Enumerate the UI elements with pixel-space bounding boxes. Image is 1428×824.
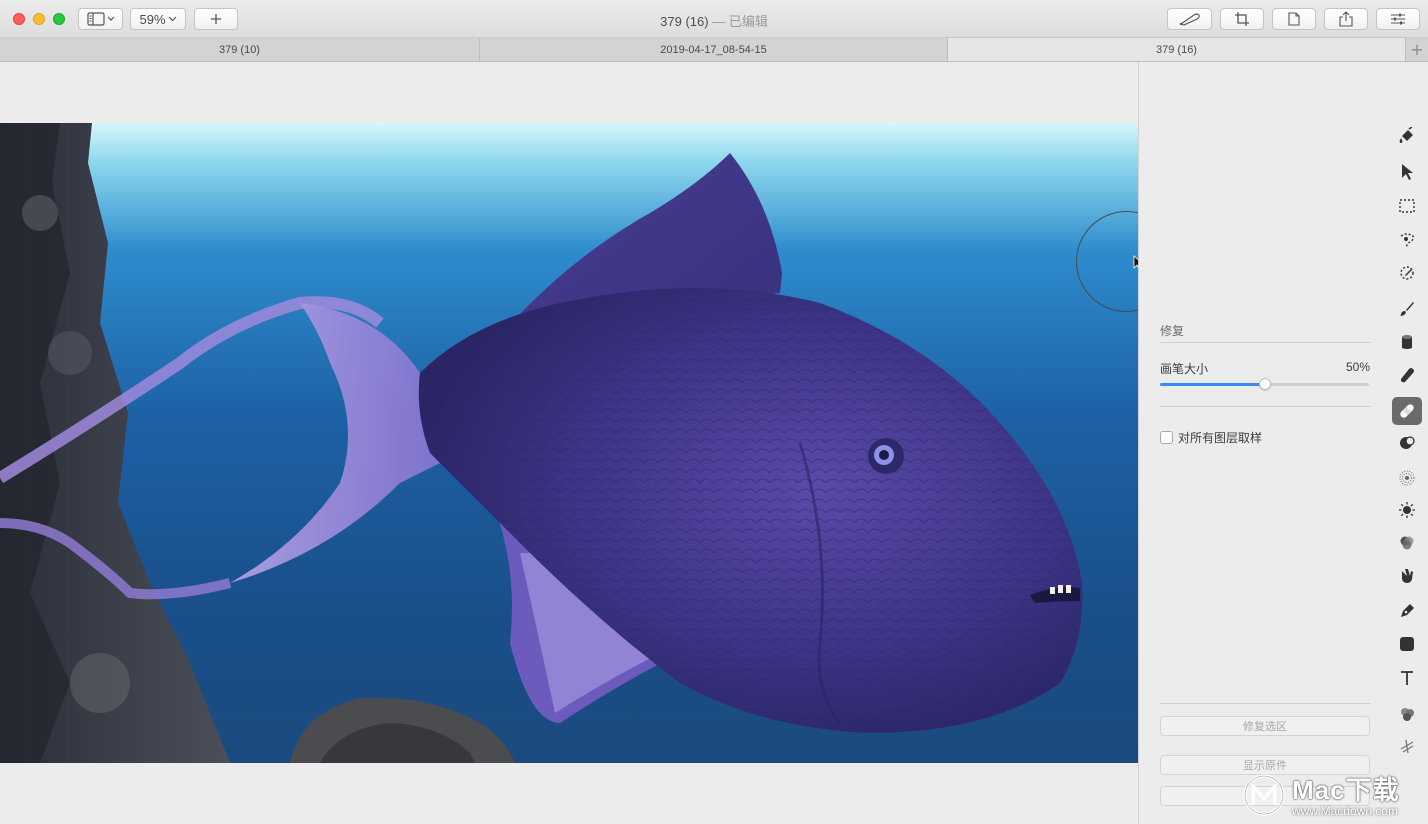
tool-paint-brush[interactable] (1392, 295, 1422, 323)
sidebar-toggle-button[interactable] (78, 8, 123, 30)
minimize-window-button[interactable] (33, 13, 45, 25)
plus-icon (210, 13, 222, 25)
crop-button[interactable] (1220, 8, 1264, 30)
text-icon (1399, 670, 1415, 686)
divider (1160, 406, 1371, 407)
plus-icon: + (1410, 40, 1424, 59)
chevron-down-icon (168, 16, 177, 22)
tool-text[interactable] (1392, 664, 1422, 692)
effects-icon (1398, 705, 1416, 723)
slider-knob[interactable] (1259, 378, 1271, 390)
blur-icon (1398, 469, 1416, 487)
tool-arrow-select[interactable] (1392, 158, 1422, 186)
brush-size-slider[interactable] (1160, 378, 1369, 390)
tool-lighten[interactable] (1392, 496, 1422, 524)
tab-label: 379 (10) (219, 43, 260, 56)
tool-rect-select[interactable] (1392, 192, 1422, 220)
more-tools-icon (1398, 737, 1416, 755)
repair-selection-button[interactable]: 修复选区 (1160, 716, 1370, 736)
tool-repair[interactable] (1392, 397, 1422, 425)
tab-label: 2019-04-17_08-54-15 (660, 43, 767, 56)
arrow-select-icon (1400, 163, 1414, 181)
tab-document-2[interactable]: 2019-04-17_08-54-15 (480, 38, 948, 61)
share-icon (1339, 11, 1353, 27)
tab-document-1[interactable]: 379 (10) (0, 38, 480, 61)
repair-bandage-icon (1397, 401, 1417, 421)
brush-size-value: 50% (1345, 360, 1370, 374)
tool-clone[interactable] (1392, 429, 1422, 457)
repair-section-title: 修复 (1160, 324, 1185, 338)
shape-icon (1399, 636, 1415, 652)
tool-eraser[interactable] (1392, 361, 1422, 389)
rect-select-icon (1398, 197, 1416, 215)
divider (1160, 703, 1371, 704)
brush-stroke-icon (1178, 12, 1202, 26)
paint-can-icon (1399, 333, 1415, 351)
paint-bucket-icon (1398, 127, 1416, 145)
markup-button[interactable] (1167, 8, 1212, 30)
tool-color-adjust[interactable] (1392, 529, 1422, 557)
document-name: 379 (16) (660, 14, 709, 29)
paint-brush-icon (1398, 300, 1416, 318)
show-original-button[interactable]: 显示原件 (1160, 755, 1370, 775)
canvas-area[interactable] (0, 62, 1177, 824)
crop-icon (1235, 12, 1249, 26)
title-bar: 59% 379 (16) — 已编辑 (0, 0, 1428, 38)
document-icon (1288, 12, 1300, 26)
brush-size-label: 画笔大小 (1160, 362, 1209, 376)
pen-icon (1398, 602, 1416, 620)
tool-smudge[interactable] (1392, 562, 1422, 590)
sliders-icon (1390, 12, 1406, 26)
macdown-logo-icon (1242, 773, 1286, 821)
photo-triggerfish[interactable] (0, 123, 1138, 763)
adjustments-button[interactable] (1376, 8, 1420, 30)
lasso-select-icon (1398, 231, 1416, 249)
quick-select-icon (1398, 264, 1416, 282)
sample-all-layers-option[interactable]: 对所有图层取样 (1160, 429, 1262, 446)
divider (1160, 342, 1371, 343)
edited-status: — 已编辑 (708, 14, 768, 29)
sample-all-layers-label: 对所有图层取样 (1178, 431, 1263, 445)
tool-rail (1388, 62, 1428, 824)
watermark-url: www.Macdown.com (1292, 804, 1399, 818)
fullscreen-window-button[interactable] (53, 13, 65, 25)
clone-icon (1398, 434, 1416, 452)
tool-paint-bucket[interactable] (1392, 122, 1422, 150)
zoom-dropdown[interactable]: 59% (130, 8, 186, 30)
tab-bar: 379 (10) 2019-04-17_08-54-15 379 (16) + (0, 38, 1428, 62)
lighten-icon (1398, 501, 1416, 519)
new-layer-button[interactable] (194, 8, 238, 30)
zoom-value: 59% (139, 11, 166, 27)
eraser-icon (1398, 366, 1416, 384)
tool-paint-can[interactable] (1392, 328, 1422, 356)
tab-document-3[interactable]: 379 (16) (948, 38, 1406, 61)
tool-blur[interactable] (1392, 464, 1422, 492)
watermark-brand: Mac下载 (1292, 775, 1400, 805)
color-adjust-icon (1398, 534, 1416, 552)
share-button[interactable] (1324, 8, 1368, 30)
sidebar-icon (86, 12, 115, 26)
watermark: Mac下载 www.Macdown.com (1242, 773, 1400, 821)
tool-effects[interactable] (1392, 700, 1422, 728)
tool-more[interactable] (1392, 732, 1422, 760)
tool-lasso-select[interactable] (1392, 226, 1422, 254)
tool-quick-select[interactable] (1392, 259, 1422, 287)
tab-label: 379 (16) (1156, 43, 1197, 56)
new-tab-button[interactable]: + (1406, 38, 1428, 61)
sample-all-layers-checkbox[interactable] (1160, 431, 1173, 444)
document-button[interactable] (1272, 8, 1316, 30)
inspector-panel: 修复 画笔大小 50% 对所有图层取样 修复选区 显示原件 (1138, 62, 1388, 824)
tool-shape[interactable] (1392, 630, 1422, 658)
close-window-button[interactable] (13, 13, 25, 25)
slider-fill (1160, 383, 1265, 386)
smudge-icon (1398, 567, 1416, 585)
tool-pen[interactable] (1392, 597, 1422, 625)
